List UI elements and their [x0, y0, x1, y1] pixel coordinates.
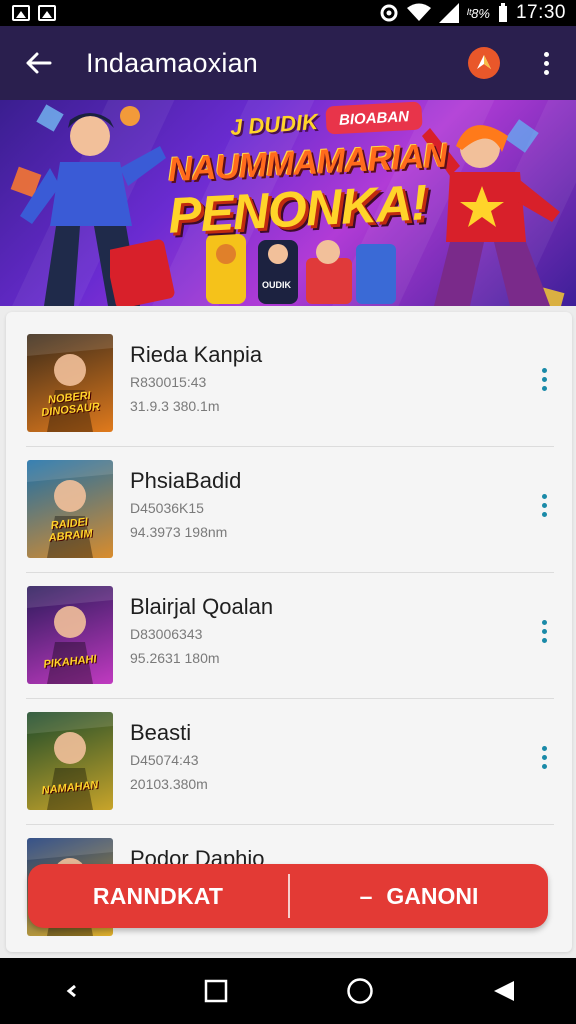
game-thumbnail: NOBERI DINOSAUR — [27, 334, 113, 432]
status-bar: ᴵᵗ8% 17:30 — [0, 0, 576, 26]
item-subtitle: D83006343 — [130, 626, 203, 642]
banner-badge: BIOABAN — [325, 101, 423, 135]
dash-icon: – — [359, 882, 373, 909]
item-subtitle: R830015:43 — [130, 374, 207, 390]
status-time: 17:30 — [515, 2, 566, 23]
image-icon — [12, 5, 30, 21]
page-title: Indaamaoxian — [86, 47, 259, 78]
app-bar: Indaamaoxian — [0, 26, 576, 100]
status-bar-left — [12, 5, 56, 21]
game-thumbnail: NAMAHAN — [27, 712, 113, 810]
item-title: Rieda Kanpia — [130, 342, 263, 367]
back-triangle-icon[interactable] — [474, 961, 534, 1021]
promo-banner[interactable]: BIOABAN J DUDIK NAUMMAMARIAN PENONKA! OU… — [0, 100, 576, 306]
sync-icon — [380, 4, 398, 22]
item-subtitle: D45036K15 — [130, 500, 204, 516]
battery-text: ᴵᵗ8% — [466, 5, 490, 21]
app-logo-icon[interactable] — [468, 47, 500, 79]
game-list: NOBERI DINOSAUR Rieda Kanpia R830015:43 31.… — [6, 312, 572, 952]
item-meta: 31.9.3 380.1m — [130, 398, 220, 414]
more-vertical-icon[interactable] — [539, 368, 549, 398]
banner-tag: J DUDIK — [229, 108, 319, 141]
list-item[interactable]: RAIDEI ABRAIM PhsiaBadid D45036K15 94.3973 … — [6, 438, 572, 573]
list-item[interactable]: NOBERI DINOSAUR Rieda Kanpia R830015:43 31.… — [6, 312, 572, 447]
ganoni-button[interactable]: – GANONI — [290, 864, 548, 928]
banner-pill: OUDIK — [262, 280, 291, 290]
home-circle-icon[interactable] — [330, 961, 390, 1021]
ganoni-label: GANONI — [386, 882, 479, 909]
item-meta: 94.3973 198nm — [130, 524, 228, 540]
recents-square-icon[interactable] — [186, 961, 246, 1021]
signal-icon — [438, 3, 459, 23]
arrow-left-icon[interactable] — [20, 45, 56, 81]
more-vertical-icon[interactable] — [539, 746, 549, 776]
battery-icon — [498, 3, 507, 22]
item-title: Beasti — [130, 720, 192, 745]
wifi-icon — [406, 3, 431, 21]
item-meta: 20103.380m — [130, 776, 208, 792]
game-thumbnail: RAIDEI ABRAIM — [27, 460, 113, 558]
randkat-button[interactable]: RANNDKAT — [28, 864, 288, 928]
more-vertical-icon[interactable] — [536, 46, 556, 80]
image-icon — [38, 5, 56, 21]
back-chevron-icon[interactable] — [42, 961, 102, 1021]
item-meta: 95.2631 180m — [130, 650, 220, 666]
action-bar: RANNDKAT – GANONI — [28, 864, 548, 928]
list-item[interactable]: NAMAHAN Beasti D45074:43 20103.380m — [6, 690, 572, 825]
more-vertical-icon[interactable] — [539, 494, 549, 524]
item-subtitle: D45074:43 — [130, 752, 199, 768]
game-thumbnail: PIKAHAHI — [27, 586, 113, 684]
item-title: PhsiaBadid — [130, 468, 242, 493]
system-nav-bar — [0, 958, 576, 1024]
list-item[interactable]: PIKAHAHI Blairjal Qoalan D83006343 95.2631 … — [6, 564, 572, 699]
more-vertical-icon[interactable] — [539, 620, 549, 650]
item-title: Blairjal Qoalan — [130, 594, 274, 619]
status-bar-right: ᴵᵗ8% 17:30 — [379, 2, 566, 24]
